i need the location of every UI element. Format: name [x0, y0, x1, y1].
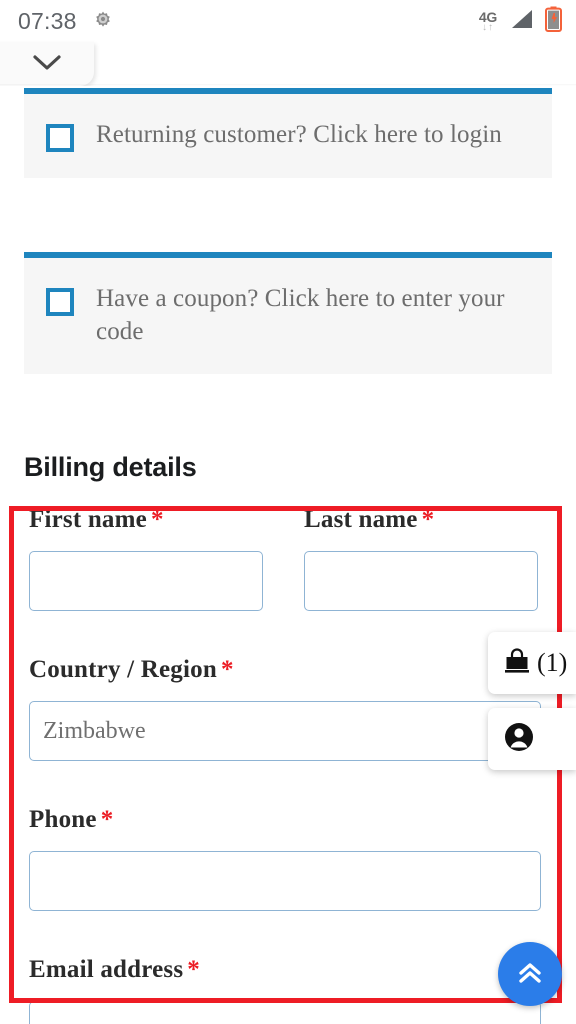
status-bar-right: 4G ↓↑ [479, 6, 562, 37]
coupon-notice-text: Have a coupon? Click here to enter your … [96, 285, 505, 345]
required-asterisk: * [220, 656, 234, 683]
double-chevron-up-icon [514, 957, 546, 992]
checkbox-square-icon [46, 288, 74, 316]
mobile-screen: 07:38 4G ↓↑ Returning customer? Click he… [0, 0, 576, 1024]
cart-item-count: (1) [537, 648, 568, 677]
billing-details-heading: Billing details [24, 452, 197, 482]
required-asterisk: * [100, 806, 114, 833]
shopping-bag-icon [502, 646, 532, 681]
country-field-group: Country / Region * [29, 656, 541, 761]
network-type-indicator: 4G ↓↑ [479, 10, 497, 33]
chevron-down-icon [29, 50, 65, 79]
last-name-label: Last name * [304, 506, 538, 534]
country-select-input[interactable] [29, 701, 541, 761]
returning-customer-notice[interactable]: Returning customer? Click here to login [24, 88, 552, 178]
last-name-input[interactable] [304, 551, 538, 611]
data-transfer-arrows: ↓↑ [481, 21, 494, 33]
email-label: Email address * [29, 956, 541, 984]
returning-customer-notice-text: Returning customer? Click here to login [96, 121, 502, 148]
gear-icon [91, 7, 115, 36]
country-label-text: Country / Region [29, 656, 217, 683]
email-label-text: Email address [29, 956, 184, 983]
phone-input[interactable] [29, 851, 541, 911]
checkbox-square-icon [46, 124, 74, 152]
last-name-field-group: Last name * [304, 506, 538, 611]
name-row: First name * Last name * [0, 506, 576, 611]
required-asterisk: * [421, 506, 435, 533]
status-bar-left: 07:38 [18, 7, 115, 36]
first-name-input[interactable] [29, 551, 263, 611]
first-name-field-group: First name * [29, 506, 263, 611]
battery-charging-icon [545, 6, 562, 37]
cart-widget-button[interactable]: (1) [488, 632, 576, 694]
last-name-label-text: Last name [304, 506, 418, 533]
phone-label-text: Phone [29, 806, 97, 833]
browser-tab-collapse-button[interactable] [0, 42, 94, 86]
phone-label: Phone * [29, 806, 541, 834]
status-time: 07:38 [18, 7, 77, 34]
coupon-notice[interactable]: Have a coupon? Click here to enter your … [24, 252, 552, 374]
signal-triangle-icon [508, 8, 534, 35]
account-widget-button[interactable] [488, 708, 576, 770]
checkout-page: Returning customer? Click here to login … [0, 86, 576, 1024]
first-name-label: First name * [29, 506, 263, 534]
status-bar: 07:38 4G ↓↑ [0, 0, 576, 42]
required-asterisk: * [187, 956, 200, 983]
scroll-to-top-button[interactable] [498, 942, 562, 1006]
phone-field-group: Phone * [29, 806, 541, 911]
browser-tab-active[interactable] [94, 42, 576, 86]
email-field-group: Email address * [29, 956, 541, 1024]
email-input[interactable] [29, 1001, 541, 1024]
floating-side-widgets: (1) [488, 632, 576, 770]
account-person-icon [502, 720, 536, 759]
browser-tab-strip [0, 42, 576, 86]
first-name-label-text: First name [29, 506, 147, 533]
country-label: Country / Region * [29, 656, 541, 684]
required-asterisk: * [150, 506, 164, 533]
